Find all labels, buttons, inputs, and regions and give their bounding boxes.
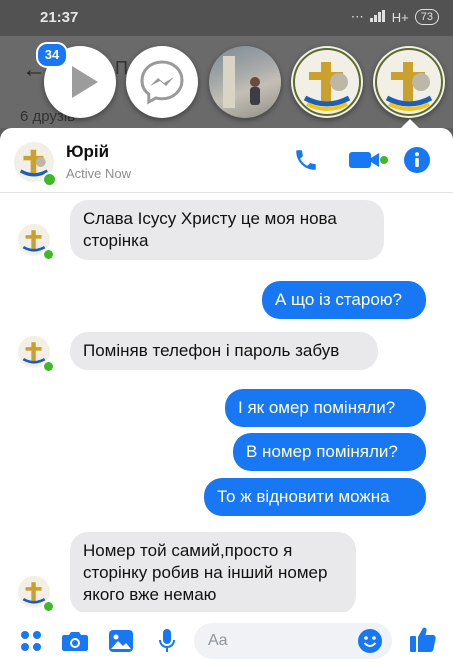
message-outgoing[interactable]: А що із старою? bbox=[262, 281, 426, 319]
chat-head-emblem[interactable] bbox=[291, 46, 363, 118]
messenger-icon bbox=[140, 60, 184, 105]
status-time: 21:37 bbox=[40, 9, 79, 26]
thumbs-up-icon[interactable] bbox=[408, 624, 438, 654]
contact-status: Active Now bbox=[66, 166, 132, 181]
person-photo-image bbox=[223, 56, 260, 108]
unread-count-badge: 34 bbox=[36, 42, 68, 68]
conversation-header: Юрій Active Now bbox=[0, 128, 453, 193]
message-incoming[interactable]: Слава Ісусу Христу це моя нова сторінка bbox=[70, 200, 384, 260]
image-icon[interactable] bbox=[106, 626, 136, 656]
phone-icon[interactable] bbox=[292, 146, 320, 174]
online-indicator bbox=[42, 360, 55, 373]
message-input[interactable] bbox=[194, 623, 348, 659]
info-icon[interactable] bbox=[402, 146, 432, 174]
network-type: H+ bbox=[391, 9, 409, 25]
message-outgoing[interactable]: То ж відновити можна bbox=[204, 478, 426, 516]
chat-head-emblem-2[interactable] bbox=[373, 46, 445, 118]
chat-panel: Юрій Active Now Слава Ісусу Христу це мо… bbox=[0, 128, 453, 672]
emoji-icon[interactable] bbox=[356, 627, 384, 660]
message-incoming[interactable]: Поміняв телефон і пароль забув bbox=[70, 332, 378, 370]
status-bar: 21:37 ⋯ H+ 73 bbox=[0, 0, 453, 36]
message-input-container[interactable] bbox=[194, 623, 392, 659]
message-outgoing[interactable]: І як омер поміняли? bbox=[225, 389, 426, 427]
microphone-icon[interactable] bbox=[152, 626, 182, 656]
message-outgoing[interactable]: В номер поміняли? bbox=[233, 433, 426, 471]
status-indicators: ⋯ H+ 73 bbox=[351, 9, 439, 25]
chat-head-messenger[interactable] bbox=[126, 46, 198, 118]
message-composer bbox=[0, 612, 453, 672]
online-indicator bbox=[42, 248, 55, 261]
contact-name[interactable]: Юрій bbox=[66, 142, 109, 162]
video-camera-icon[interactable] bbox=[346, 146, 390, 174]
online-indicator bbox=[42, 172, 57, 187]
cross-emblem-icon bbox=[293, 48, 361, 116]
signal-icon bbox=[369, 9, 386, 25]
camera-icon[interactable] bbox=[60, 626, 90, 656]
chat-head-photo[interactable] bbox=[209, 46, 281, 118]
battery-level: 73 bbox=[414, 9, 439, 25]
notification-dots-icon: ⋯ bbox=[350, 9, 364, 24]
message-incoming[interactable]: Номер той самий,просто я сторінку робив … bbox=[70, 532, 356, 614]
cross-emblem-icon bbox=[375, 48, 443, 116]
apps-icon[interactable] bbox=[16, 626, 46, 656]
